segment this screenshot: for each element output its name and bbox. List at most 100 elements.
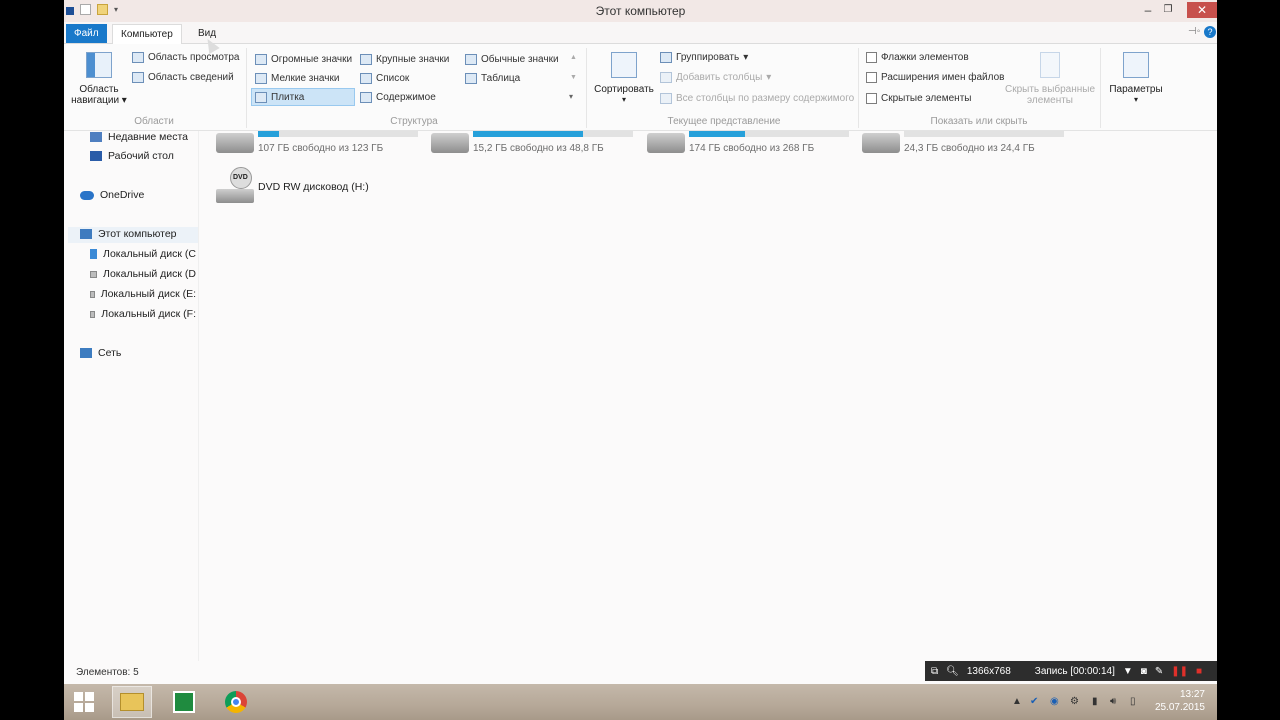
drive-free-space: 174 ГБ свободно из 268 ГБ (689, 143, 815, 154)
nav-pane-label: Область (79, 84, 119, 95)
sort-icon (611, 52, 637, 78)
pen-icon[interactable]: ✎ (1155, 666, 1163, 677)
network-signal-icon[interactable]: ▮ (1092, 696, 1098, 707)
hide-selected-label: Скрыть выбранные (1004, 84, 1096, 95)
preview-pane-button[interactable]: Область просмотра (132, 52, 239, 63)
file-extensions-toggle[interactable]: Расширения имен файлов (866, 72, 1004, 83)
layout-medium-icons[interactable]: Обычные значки (465, 54, 559, 65)
window-title: Этот компьютер (595, 4, 686, 18)
hard-drive-icon (90, 310, 96, 318)
excel-icon (173, 691, 195, 713)
tab-file[interactable]: Файл (66, 24, 107, 43)
taskbar-excel-button[interactable] (164, 686, 204, 718)
nav-item-drive-e[interactable]: Локальный диск (E: (90, 288, 196, 300)
layout-list[interactable]: Список (360, 73, 409, 84)
ribbon: Область навигации ▾ Область просмотра Об… (64, 44, 1217, 131)
maximize-button[interactable]: ❐ (1157, 2, 1179, 18)
layout-more-icon[interactable]: ▾ (569, 92, 573, 101)
taskbar-chrome-button[interactable] (216, 686, 256, 718)
file-extensions-checkbox[interactable] (866, 72, 877, 83)
region-icon[interactable]: ⧉ (931, 666, 938, 677)
status-item-count: Элементов: 5 (76, 667, 139, 678)
volume-icon[interactable]: 🔊︎ (1110, 696, 1116, 707)
tray-app-icon[interactable]: ✔ (1030, 696, 1038, 707)
layout-table[interactable]: Таблица (465, 73, 520, 84)
network-icon (80, 348, 92, 358)
sort-by-button[interactable]: Сортировать ▾ (592, 50, 656, 104)
minimize-button[interactable]: – (1137, 2, 1159, 18)
details-pane-button[interactable]: Область сведений (132, 72, 234, 83)
layout-tiles[interactable]: Плитка (255, 92, 304, 103)
dvd-drive-tile[interactable]: DVD DVD RW дисковод (H:) (214, 167, 414, 211)
nav-item-desktop[interactable]: Рабочий стол (90, 150, 174, 162)
small-icons-icon (255, 73, 267, 84)
group-by-button[interactable]: Группировать ▾ (660, 52, 748, 63)
camera-icon[interactable]: ◙ (1141, 666, 1147, 677)
nav-item-recent-places[interactable]: Недавние места (90, 131, 188, 143)
nav-item-network[interactable]: Сеть (80, 347, 121, 359)
drive-tile[interactable]: 15,2 ГБ свободно из 48,8 ГБ (429, 131, 639, 161)
zoom-icon[interactable]: 🔍︎ (946, 666, 959, 677)
layout-content[interactable]: Содержимое (360, 92, 436, 103)
nav-item-this-pc[interactable]: Этот компьютер (80, 228, 177, 240)
table-icon (465, 73, 477, 84)
drive-tile[interactable]: 107 ГБ свободно из 123 ГБ (214, 131, 424, 161)
content-area: 107 ГБ свободно из 123 ГБ 15,2 ГБ свобод… (200, 131, 1217, 661)
nav-pane-button[interactable]: Область навигации ▾ (70, 50, 128, 110)
dvd-drive-icon: DVD (216, 167, 254, 207)
separator (246, 48, 247, 128)
onedrive-icon (80, 190, 94, 200)
preview-pane-icon (132, 52, 144, 63)
huge-icons-icon (255, 54, 267, 65)
nav-item-drive-f[interactable]: Локальный диск (F: (90, 308, 196, 320)
tray-sync-icon[interactable]: ⚙ (1070, 696, 1079, 707)
drive-free-space: 24,3 ГБ свободно из 24,4 ГБ (904, 143, 1035, 154)
options-label: Параметры (1109, 84, 1163, 95)
tray-browser-icon[interactable]: ◉ (1050, 696, 1059, 707)
chrome-icon (225, 691, 247, 713)
clock-time: 13:27 (1179, 689, 1205, 700)
tray-expand-icon[interactable]: ▲ (1012, 696, 1022, 707)
layout-huge-icons[interactable]: Огромные значки (255, 54, 352, 65)
layout-large-icons[interactable]: Крупные значки (360, 54, 449, 65)
pin-ribbon-icon[interactable]: ⊣◦ (1188, 26, 1200, 37)
nav-item-drive-d[interactable]: Локальный диск (D (90, 268, 196, 280)
this-pc-icon (80, 229, 92, 239)
nav-item-drive-c[interactable]: Локальный диск (C (90, 248, 196, 260)
drive-free-space: 15,2 ГБ свободно из 48,8 ГБ (473, 143, 604, 154)
help-icon[interactable]: ? (1204, 26, 1216, 38)
clock[interactable]: 13:27 25.07.2015 (1155, 688, 1205, 714)
tab-computer[interactable]: Компьютер (112, 24, 182, 44)
separator (858, 48, 859, 128)
hide-selected-button[interactable]: Скрыть выбранные элементы (1004, 50, 1096, 106)
nav-item-onedrive[interactable]: OneDrive (80, 189, 144, 201)
layout-scroll-down-icon[interactable]: ▼ (570, 74, 577, 81)
add-columns-icon (660, 72, 672, 83)
options-button[interactable]: Параметры ▾ (1106, 50, 1166, 104)
layout-scroll-up-icon[interactable]: ▲ (570, 54, 577, 61)
add-columns-button[interactable]: Добавить столбцы ▾ (660, 72, 771, 83)
drive-tile[interactable]: 24,3 ГБ свободно из 24,4 ГБ (860, 131, 1070, 161)
drive-usage-bar (473, 131, 633, 137)
power-icon[interactable]: ▯ (1130, 696, 1136, 707)
taskbar-explorer-button[interactable] (112, 686, 152, 718)
drive-tile[interactable]: 174 ГБ свободно из 268 ГБ (645, 131, 855, 161)
windows-logo-icon (74, 692, 94, 712)
pause-icon[interactable]: ❚❚ (1171, 666, 1188, 677)
dropdown-icon[interactable]: ▼ (1123, 666, 1133, 677)
dvd-drive-label: DVD RW дисковод (H:) (258, 181, 369, 193)
group-label-panes: Области (134, 116, 174, 127)
fit-columns-button[interactable]: Все столбцы по размеру содержимого (660, 93, 854, 104)
hidden-items-checkbox[interactable] (866, 93, 877, 104)
item-checkboxes-checkbox[interactable] (866, 52, 877, 63)
options-icon (1123, 52, 1149, 78)
hard-drive-icon (431, 133, 469, 153)
hidden-items-toggle[interactable]: Скрытые элементы (866, 93, 971, 104)
title-bar: ▾ Этот компьютер – ❐ ✕ (64, 0, 1217, 22)
close-button[interactable]: ✕ (1187, 2, 1217, 18)
stop-icon[interactable]: ■ (1196, 666, 1202, 677)
item-checkboxes-toggle[interactable]: Флажки элементов (866, 52, 969, 63)
layout-small-icons[interactable]: Мелкие значки (255, 73, 339, 84)
start-button[interactable] (64, 686, 104, 718)
drive-usage-fill (258, 131, 279, 137)
